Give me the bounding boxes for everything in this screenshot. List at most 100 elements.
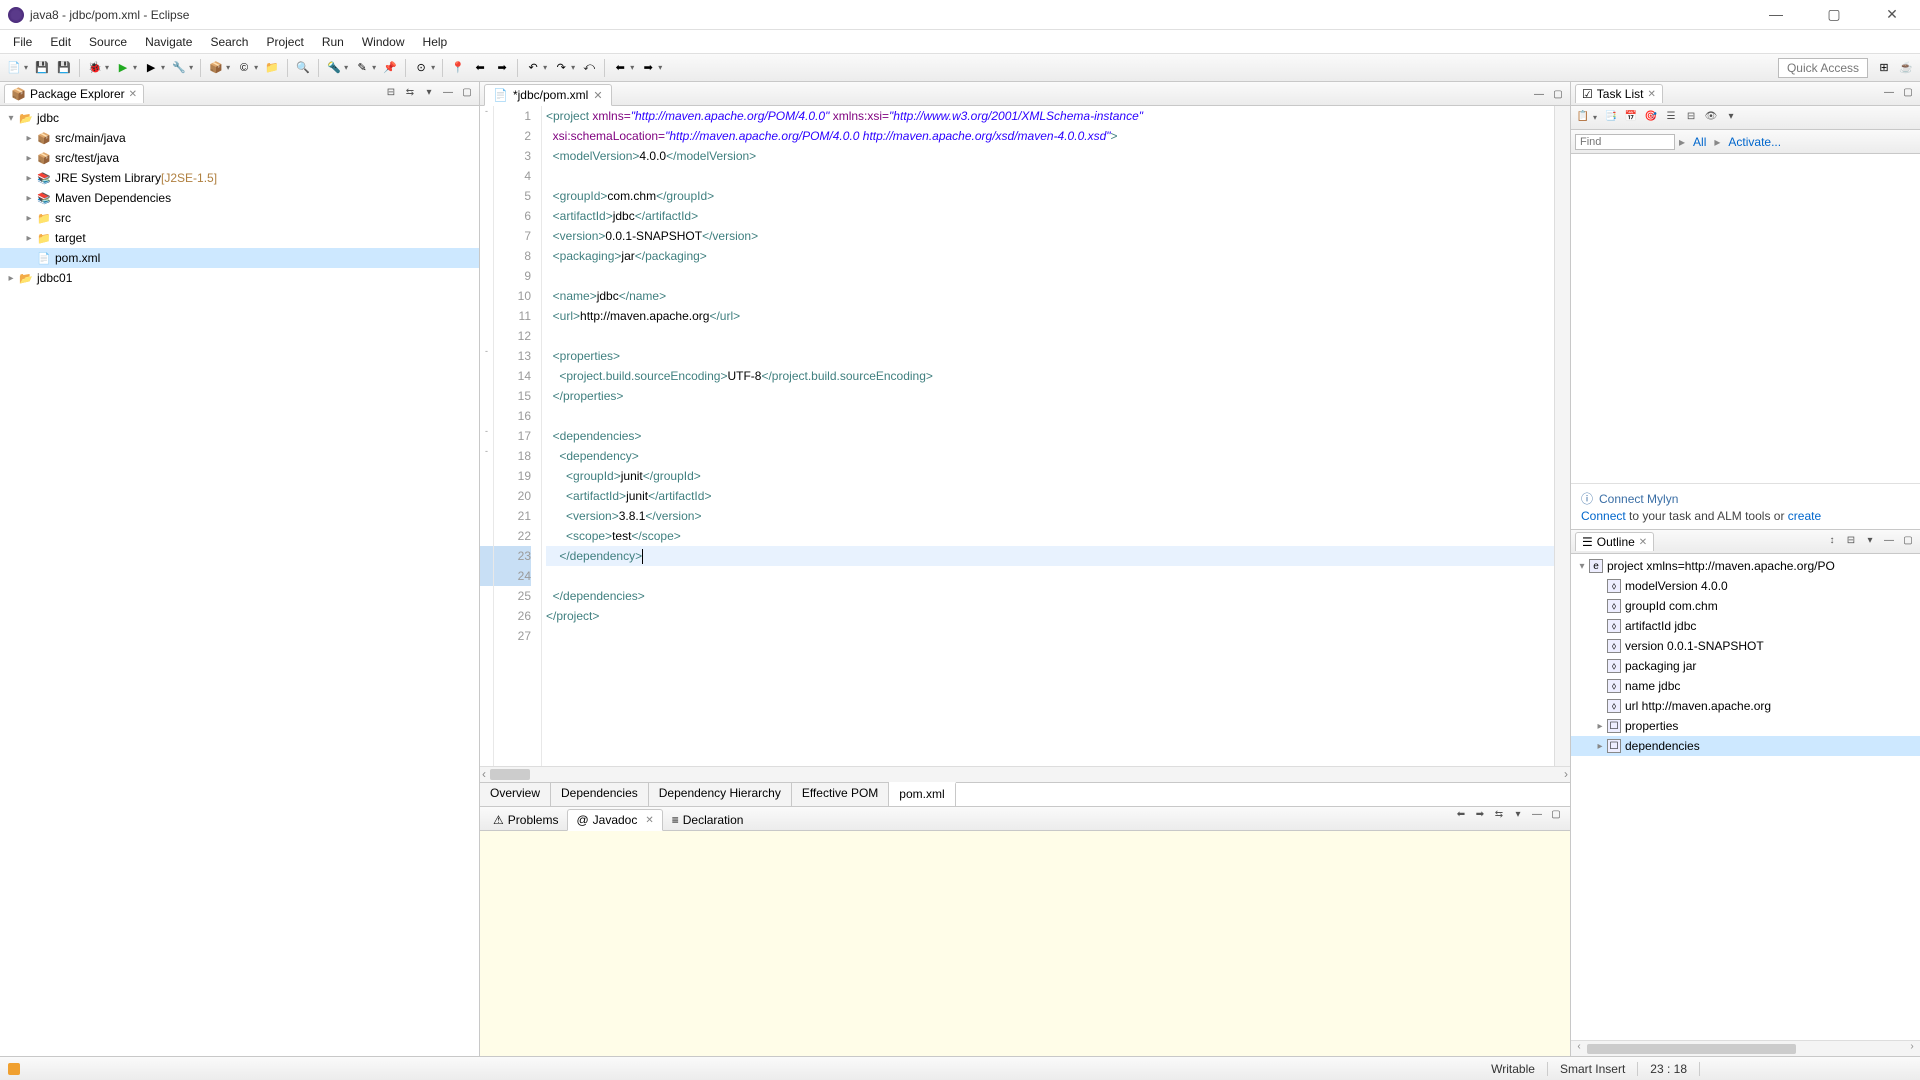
schedule-icon[interactable]: 📅 — [1623, 111, 1639, 125]
horizontal-scrollbar[interactable]: ‹› — [480, 766, 1570, 782]
java-perspective-button[interactable]: ☕ — [1896, 58, 1916, 78]
minimize-panel-icon[interactable]: — — [1529, 809, 1545, 823]
view-menu-icon[interactable]: ▾ — [1723, 111, 1739, 125]
panel-tab-problems[interactable]: ⚠Problems — [484, 809, 567, 831]
new-task-icon[interactable]: 📋 — [1575, 111, 1591, 125]
back-button[interactable]: ⬅ — [470, 58, 490, 78]
save-button[interactable]: 💾 — [32, 58, 52, 78]
menu-help[interactable]: Help — [414, 32, 457, 52]
outline-item[interactable]: ⬨packaging jar — [1571, 656, 1920, 676]
tree-project-jdbc[interactable]: ▾📂jdbc — [0, 108, 479, 128]
maximize-panel-icon[interactable]: ▢ — [1548, 809, 1564, 823]
connect-link[interactable]: Connect — [1581, 509, 1626, 523]
search-button[interactable]: 🔦 — [324, 58, 344, 78]
editor-tab-pom.xml[interactable]: pom.xml — [889, 782, 955, 806]
vertical-scrollbar[interactable] — [1554, 106, 1570, 766]
tree-item[interactable]: ▸📦src/main/java — [0, 128, 479, 148]
code-editor[interactable]: ---- 12345678910111213141516171819202122… — [480, 106, 1570, 766]
view-menu-icon[interactable]: ▾ — [1510, 809, 1526, 823]
task-find-input[interactable] — [1575, 134, 1675, 150]
outline-item[interactable]: ⬨artifactId jdbc — [1571, 616, 1920, 636]
menu-search[interactable]: Search — [201, 32, 257, 52]
maximize-view-icon[interactable]: ▢ — [1900, 87, 1916, 101]
filter-icon[interactable]: ⊟ — [1843, 535, 1859, 549]
toggle-mark-button[interactable]: ✎ — [352, 58, 372, 78]
new-button[interactable]: 📄 — [4, 58, 24, 78]
task-all-link[interactable]: All — [1693, 135, 1706, 149]
new-package-button[interactable]: 📦 — [206, 58, 226, 78]
outline-item[interactable]: ⬨groupId com.chm — [1571, 596, 1920, 616]
outline-item[interactable]: ⬨version 0.0.1-SNAPSHOT — [1571, 636, 1920, 656]
panel-tab-javadoc[interactable]: @Javadoc✕ — [567, 809, 662, 831]
close-button[interactable]: ✕ — [1872, 6, 1912, 23]
task-list-tab[interactable]: ☑ Task List ✕ — [1575, 84, 1663, 103]
tree-item[interactable]: ▸📁target — [0, 228, 479, 248]
menu-file[interactable]: File — [4, 32, 41, 52]
run-last-button[interactable]: ▶ — [141, 58, 161, 78]
close-icon[interactable]: ✕ — [1647, 89, 1655, 100]
menu-edit[interactable]: Edit — [41, 32, 80, 52]
link-editor-icon[interactable]: ⇆ — [402, 87, 418, 101]
minimize-view-icon[interactable]: — — [1881, 87, 1897, 101]
open-type-button[interactable]: 🔍 — [293, 58, 313, 78]
close-icon[interactable]: ✕ — [129, 89, 137, 100]
outline-item[interactable]: ⬨name jdbc — [1571, 676, 1920, 696]
quick-access[interactable]: Quick Access — [1778, 58, 1868, 78]
panel-tab-declaration[interactable]: ≡Declaration — [663, 809, 753, 831]
tree-item[interactable]: ▸📚Maven Dependencies — [0, 188, 479, 208]
forward-button[interactable]: ➡ — [492, 58, 512, 78]
editor-tab-overview[interactable]: Overview — [480, 783, 551, 806]
tree-item[interactable]: ▸📚JRE System Library [J2SE-1.5] — [0, 168, 479, 188]
link-icon[interactable]: ⇆ — [1491, 809, 1507, 823]
outline-item[interactable]: ▸☐dependencies — [1571, 736, 1920, 756]
task-activate-link[interactable]: Activate... — [1728, 135, 1781, 149]
outline-item[interactable]: ⬨modelVersion 4.0.0 — [1571, 576, 1920, 596]
presentation-icon[interactable]: ☰ — [1663, 111, 1679, 125]
perspective-open-button[interactable]: ⊞ — [1874, 58, 1894, 78]
nav-back-button[interactable]: ⬅ — [610, 58, 630, 78]
last-edit-button[interactable]: ⤺ — [579, 58, 599, 78]
minimize-button[interactable]: — — [1756, 6, 1796, 23]
next-annotation-button[interactable]: ↷ — [551, 58, 571, 78]
outline-item[interactable]: ▸☐properties — [1571, 716, 1920, 736]
editor-tab-dependencies[interactable]: Dependencies — [551, 783, 649, 806]
menu-navigate[interactable]: Navigate — [136, 32, 201, 52]
tree-project-jdbc01[interactable]: ▸📂jdbc01 — [0, 268, 479, 288]
editor-tab-effective-pom[interactable]: Effective POM — [792, 783, 889, 806]
focus-icon[interactable]: 🎯 — [1643, 111, 1659, 125]
maximize-editor-icon[interactable]: ▢ — [1550, 89, 1566, 103]
outline-tab[interactable]: ☰ Outline ✕ — [1575, 532, 1654, 551]
editor-tab-pom[interactable]: 📄 *jdbc/pom.xml ✕ — [484, 84, 612, 106]
maximize-view-icon[interactable]: ▢ — [1900, 535, 1916, 549]
create-link[interactable]: create — [1788, 509, 1821, 523]
nav-forward-button[interactable]: ➡ — [638, 58, 658, 78]
close-icon[interactable]: ✕ — [593, 89, 602, 102]
nav-back-icon[interactable]: ⬅ — [1453, 809, 1469, 823]
menu-run[interactable]: Run — [313, 32, 353, 52]
categorize-icon[interactable]: 📑 — [1603, 111, 1619, 125]
prev-annotation-button[interactable]: ↶ — [523, 58, 543, 78]
minimize-editor-icon[interactable]: — — [1531, 89, 1547, 103]
menu-window[interactable]: Window — [353, 32, 414, 52]
maximize-button[interactable]: ▢ — [1814, 6, 1854, 23]
new-folder-button[interactable]: 📁 — [262, 58, 282, 78]
annotation-button[interactable]: 📌 — [380, 58, 400, 78]
outline-tree[interactable]: ▾eproject xmlns=http://maven.apache.org/… — [1571, 554, 1920, 1040]
view-menu-icon[interactable]: ▾ — [1862, 535, 1878, 549]
external-tools-button[interactable]: 🔧 — [169, 58, 189, 78]
nav-fwd-icon[interactable]: ➡ — [1472, 809, 1488, 823]
outline-root[interactable]: ▾eproject xmlns=http://maven.apache.org/… — [1571, 556, 1920, 576]
save-all-button[interactable]: 💾 — [54, 58, 74, 78]
editor-tab-dependency-hierarchy[interactable]: Dependency Hierarchy — [649, 783, 792, 806]
debug-button[interactable]: 🐞 — [85, 58, 105, 78]
tree-item[interactable]: ▸📦src/test/java — [0, 148, 479, 168]
tree-item[interactable]: 📄pom.xml — [0, 248, 479, 268]
outline-hscroll[interactable]: ‹ › — [1571, 1040, 1920, 1056]
view-menu-icon[interactable]: ▾ — [421, 87, 437, 101]
collapse-all-icon[interactable]: ⊟ — [383, 87, 399, 101]
menu-project[interactable]: Project — [257, 32, 312, 52]
minimize-view-icon[interactable]: — — [440, 87, 456, 101]
menu-source[interactable]: Source — [80, 32, 136, 52]
pin-button[interactable]: 📍 — [448, 58, 468, 78]
outline-item[interactable]: ⬨url http://maven.apache.org — [1571, 696, 1920, 716]
